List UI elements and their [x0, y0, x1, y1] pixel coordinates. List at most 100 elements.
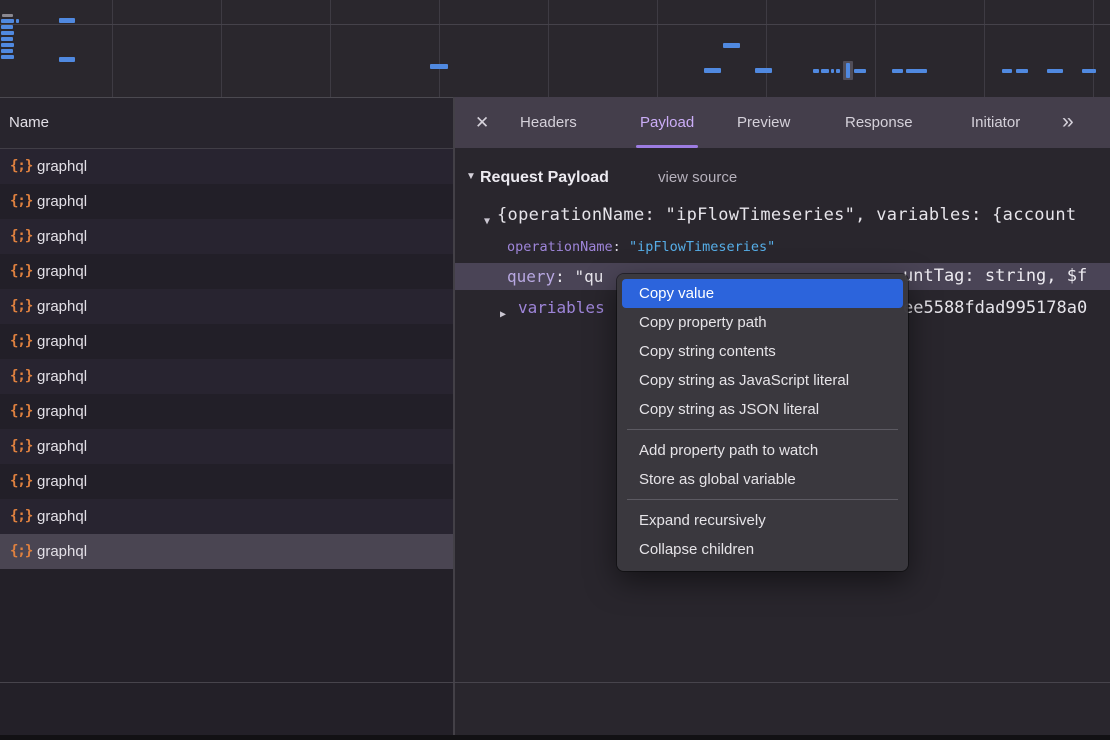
waterfall-bar: [1082, 69, 1096, 73]
json-braces-icon: {;}: [10, 184, 32, 219]
waterfall-bar: [1, 31, 14, 35]
menu-item-copy-string-as-javascript-literal[interactable]: Copy string as JavaScript literal: [622, 366, 903, 395]
menu-item-expand-recursively[interactable]: Expand recursively: [622, 506, 903, 535]
request-row-graphql[interactable]: {;}graphql: [0, 324, 453, 359]
overview-gridline: [984, 0, 985, 97]
menu-item-collapse-children[interactable]: Collapse children: [622, 535, 903, 564]
section-expanded-icon[interactable]: ▼: [466, 171, 476, 182]
overview-gridline: [875, 0, 876, 97]
view-source-toggle[interactable]: view source: [658, 166, 737, 190]
request-list-panel: Name {;}graphql{;}graphql{;}graphql{;}gr…: [0, 98, 453, 740]
menu-item-copy-property-path[interactable]: Copy property path: [622, 308, 903, 337]
request-name-label: graphql: [37, 534, 87, 569]
collapsed-arrow-icon[interactable]: ▶: [500, 303, 506, 327]
menu-item-copy-string-as-json-literal[interactable]: Copy string as JSON literal: [622, 395, 903, 424]
waterfall-bar: [2, 14, 13, 17]
request-row-graphql[interactable]: {;}graphql: [0, 429, 453, 464]
close-icon[interactable]: ✕: [475, 97, 489, 148]
waterfall-bar: [723, 43, 740, 48]
overview-gridline: [657, 0, 658, 97]
request-payload-section-toggle[interactable]: ▼ Request Payload view source: [455, 166, 1110, 190]
request-name-label: graphql: [37, 464, 87, 499]
request-name-label: graphql: [37, 149, 87, 184]
request-row-graphql[interactable]: {;}graphql: [0, 464, 453, 499]
request-row-graphql[interactable]: {;}graphql: [0, 254, 453, 289]
json-braces-icon: {;}: [10, 464, 32, 499]
request-row-graphql[interactable]: {;}graphql: [0, 499, 453, 534]
context-menu: Copy valueCopy property pathCopy string …: [617, 274, 908, 571]
json-braces-icon: {;}: [10, 219, 32, 254]
waterfall-bar: [813, 69, 819, 73]
waterfall-bar: [704, 68, 721, 73]
overview-gridline: [330, 0, 331, 97]
waterfall-bar: [1, 43, 14, 47]
waterfall-bar: [854, 69, 866, 73]
request-name-label: graphql: [37, 394, 87, 429]
overview-gridline: [766, 0, 767, 97]
waterfall-bar: [755, 68, 772, 73]
tab-initiator[interactable]: Initiator: [971, 97, 1020, 148]
menu-item-add-property-path-to-watch[interactable]: Add property path to watch: [622, 436, 903, 465]
menu-item-copy-string-contents[interactable]: Copy string contents: [622, 337, 903, 366]
waterfall-bar: [430, 64, 448, 69]
request-row-graphql[interactable]: {;}graphql: [0, 394, 453, 429]
request-row-graphql[interactable]: {;}graphql: [0, 359, 453, 394]
waterfall-bar: [1, 19, 14, 23]
property-key: query: [507, 267, 555, 286]
request-row-graphql[interactable]: {;}graphql: [0, 149, 453, 184]
waterfall-bar: [1047, 69, 1063, 73]
waterfall-bar: [836, 69, 840, 73]
more-tabs-icon[interactable]: »: [1062, 97, 1072, 148]
request-row-graphql[interactable]: {;}graphql: [0, 534, 453, 569]
menu-item-copy-value[interactable]: Copy value: [622, 279, 903, 308]
devtools-network-panel: Name {;}graphql{;}graphql{;}graphql{;}gr…: [0, 0, 1110, 740]
json-braces-icon: {;}: [10, 499, 32, 534]
json-braces-icon: {;}: [10, 359, 32, 394]
property-value: "ipFlowTimeseries": [629, 239, 775, 255]
waterfall-bar: [1, 37, 13, 41]
overview-gridline: [112, 0, 113, 97]
tab-preview[interactable]: Preview: [737, 97, 790, 148]
request-row-graphql[interactable]: {;}graphql: [0, 184, 453, 219]
tab-response[interactable]: Response: [845, 97, 913, 148]
request-name-label: graphql: [37, 219, 87, 254]
bottom-divider: [0, 682, 1110, 683]
property-key: operationName: [507, 239, 613, 255]
overview-gridline: [221, 0, 222, 97]
property-value-right: untTag: string, $f: [903, 263, 1087, 290]
request-name-label: graphql: [37, 254, 87, 289]
payload-root-row[interactable]: ▼ {operationName: "ipFlowTimeseries", va…: [455, 203, 1110, 227]
json-braces-icon: {;}: [10, 429, 32, 464]
overview-gridline: [439, 0, 440, 97]
key-separator: :: [613, 239, 629, 255]
overview-gridline: [548, 0, 549, 97]
request-row-graphql[interactable]: {;}graphql: [0, 219, 453, 254]
json-braces-icon: {;}: [10, 324, 32, 359]
menu-divider: [627, 429, 898, 430]
waterfall-bar: [1, 55, 14, 59]
json-braces-icon: {;}: [10, 394, 32, 429]
request-name-label: graphql: [37, 324, 87, 359]
property-value-right: ee5588fdad995178a0: [903, 296, 1087, 320]
property-key: variables: [518, 296, 605, 320]
waterfall-bar: [821, 69, 829, 73]
expanded-arrow-icon[interactable]: ▼: [484, 210, 490, 234]
waterfall-bar: [1016, 69, 1028, 73]
key-separator: :: [555, 267, 574, 286]
waterfall-bar: [16, 19, 19, 23]
tab-payload[interactable]: Payload: [640, 97, 694, 148]
waterfall-bar: [831, 69, 834, 73]
payload-row-operationName[interactable]: operationName: "ipFlowTimeseries": [455, 236, 1110, 258]
json-braces-icon: {;}: [10, 534, 32, 569]
request-name-label: graphql: [37, 289, 87, 324]
name-column-header[interactable]: Name: [0, 98, 453, 149]
request-row-graphql[interactable]: {;}graphql: [0, 289, 453, 324]
menu-divider: [627, 499, 898, 500]
waterfall-bar: [1002, 69, 1012, 73]
overview-lane-line: [0, 24, 1110, 25]
network-overview-strip[interactable]: [0, 0, 1110, 98]
menu-item-store-as-global-variable[interactable]: Store as global variable: [622, 465, 903, 494]
tab-headers[interactable]: Headers: [520, 97, 577, 148]
waterfall-bar: [846, 63, 850, 78]
window-bottom-edge: [0, 735, 1110, 740]
